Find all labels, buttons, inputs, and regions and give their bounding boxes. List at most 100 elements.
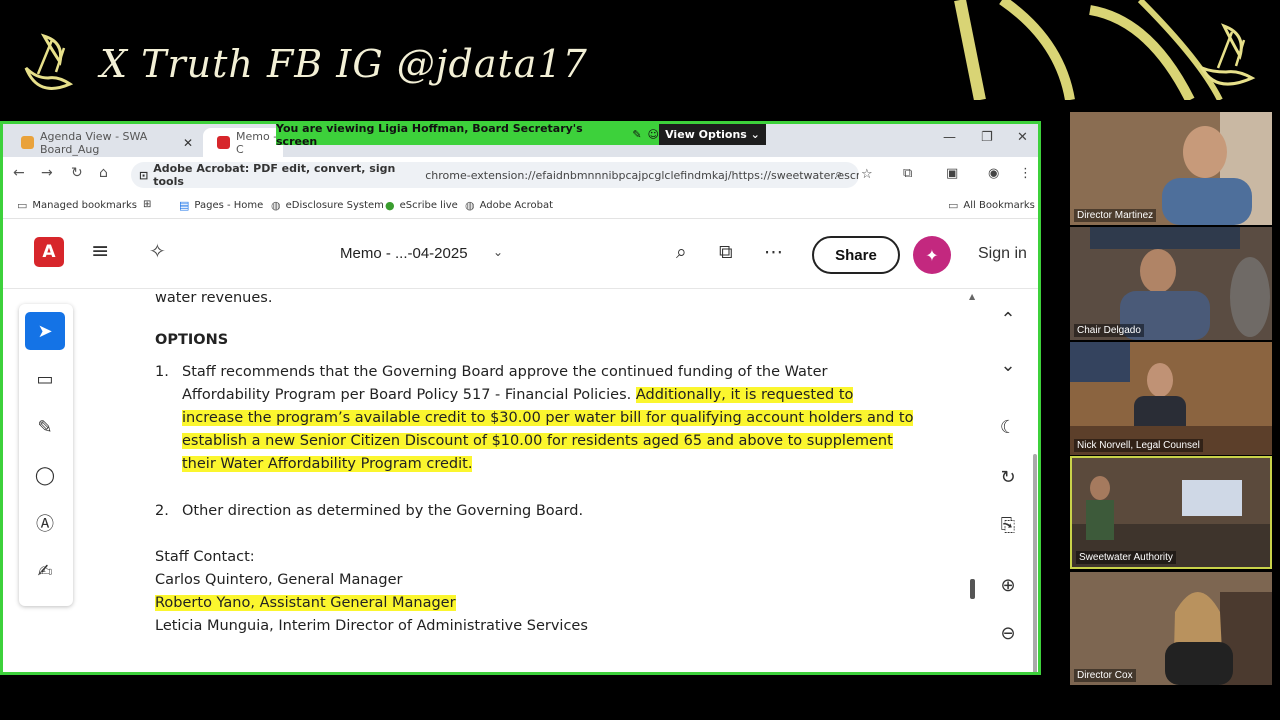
agenda-favicon-icon (21, 136, 34, 149)
close-tab-icon[interactable]: ✕ (183, 136, 193, 150)
tab-memo[interactable]: Memo - C (203, 128, 283, 157)
draw-lasso-icon[interactable]: ◯ (25, 456, 65, 494)
tab-title: Agenda View - SWA Board_Aug (40, 129, 148, 156)
zoom-out-icon[interactable]: ⊖ (995, 623, 1021, 644)
item-text: Staff recommends that the Governing Boar… (182, 361, 914, 476)
acrobat-logo-icon[interactable]: A (34, 237, 64, 267)
home-icon[interactable]: ⌂ (99, 165, 108, 181)
bookmark-label: Managed bookmarks (32, 200, 138, 211)
close-window-icon[interactable]: ✕ (1017, 130, 1028, 145)
bookmark-label: eDisclosure System (285, 200, 384, 211)
shared-screen: Agenda View - SWA Board_Aug ✕ Memo - C Y… (0, 121, 1041, 675)
bookmark-edisclosure[interactable]: ◍ eDisclosure System (271, 199, 384, 212)
browser-tab-bar: Agenda View - SWA Board_Aug ✕ Memo - C Y… (3, 124, 1038, 157)
zoom-icon[interactable]: ⌕ (835, 167, 842, 182)
reload-icon[interactable]: ↻ (71, 165, 83, 181)
dark-mode-icon[interactable]: ☾ (995, 417, 1021, 438)
sweetwater-logo-icon (24, 33, 74, 90)
highlighted-text: increase the program’s available credit … (182, 410, 914, 426)
bookmark-pages-home[interactable]: ▤ Pages - Home (179, 199, 263, 212)
url-text[interactable]: chrome-extension://efaidnbmnnnibpcajpcgl… (425, 169, 859, 182)
highlight-pen-icon[interactable]: ✎ (25, 408, 65, 446)
pages-icon: ▤ (179, 199, 190, 212)
document-title[interactable]: Memo - ...-04-2025 (340, 245, 468, 262)
staff-contact-label: Staff Contact: (155, 549, 255, 565)
cast-icon[interactable]: ▣ (946, 166, 958, 181)
site-info-chip[interactable]: ⊡ Adobe Acrobat: PDF edit, convert, sign… (139, 162, 413, 188)
video-tile[interactable]: Director Cox (1070, 572, 1272, 685)
comment-icon[interactable]: ▭ (25, 360, 65, 398)
folder-icon: ▭ (948, 199, 959, 212)
tab-agenda-view[interactable]: Agenda View - SWA Board_Aug ✕ (7, 128, 199, 157)
document-viewport[interactable]: water revenues. OPTIONS 1. Staff recomme… (83, 289, 978, 672)
chevron-down-icon[interactable]: ⌄ (493, 245, 503, 259)
page-thumbnails-icon[interactable]: ⧉ (719, 241, 733, 263)
left-toolbar: ➤ ▭ ✎ ◯ Ⓐ ✍ (19, 304, 73, 606)
stream-banner: X Truth FB IG @jdata17 (0, 0, 1280, 100)
select-cursor-icon[interactable]: ➤ (25, 312, 65, 350)
next-page-icon[interactable]: ⌄ (995, 355, 1021, 376)
site-chip-label: Adobe Acrobat: PDF edit, convert, sign t… (153, 162, 396, 188)
share-banner-text: You are viewing Ligia Hoffman, Board Sec… (276, 121, 583, 148)
forward-icon[interactable]: → (41, 165, 53, 181)
highlighted-text: Roberto Yano, Assistant General Manager (155, 595, 456, 611)
previous-page-icon[interactable]: ⌃ (995, 309, 1021, 330)
address-bar-row: ← → ↻ ⌂ ⊡ Adobe Acrobat: PDF edit, conve… (3, 157, 1038, 193)
participant-name: Director Martinez (1074, 209, 1157, 222)
all-bookmarks[interactable]: ▭ All Bookmarks (948, 199, 1035, 212)
profile-icon[interactable]: ◉ (988, 166, 999, 181)
video-tile-active-speaker[interactable]: Sweetwater Authority (1070, 456, 1272, 569)
escribe-icon: ● (385, 199, 395, 212)
participant-name: Chair Delgado (1074, 324, 1144, 337)
extensions-icon[interactable]: ⧉ (903, 166, 912, 181)
minimize-icon[interactable]: — (943, 130, 956, 145)
screen-share-banner: You are viewing Ligia Hoffman, Board Sec… (276, 121, 659, 148)
bookmark-label: Adobe Acrobat (479, 200, 553, 211)
page-scrollbar-thumb[interactable] (1033, 454, 1037, 672)
contact-text: Leticia Munguia, Interim Director of Adm… (155, 618, 588, 634)
highlighted-text: their Water Affordability Program credit… (182, 456, 473, 472)
participant-name: Director Cox (1074, 669, 1136, 682)
item-number: 1. (155, 364, 169, 380)
star-icon[interactable]: ☆ (861, 167, 873, 182)
scroll-up-arrow-icon[interactable]: ▲ (969, 292, 975, 301)
page-extract-icon[interactable]: ⎘ (995, 515, 1021, 536)
bookmark-escribe-live[interactable]: ● eScribe live (385, 199, 458, 212)
share-button[interactable]: Share (812, 236, 900, 274)
sign-icon[interactable]: ✍ (25, 552, 65, 590)
search-icon[interactable]: ⌕ (676, 241, 687, 263)
more-options-icon[interactable]: ⋯ (764, 241, 783, 263)
highlighted-text: establish a new Senior Citizen Discount … (182, 433, 893, 449)
view-options-button[interactable]: View Options ⌄ (659, 124, 766, 145)
text-run: Affordability Program per Board Policy 5… (182, 387, 636, 403)
bookmark-label: eScribe live (399, 200, 458, 211)
hamburger-menu-icon[interactable]: ≡ (91, 239, 109, 264)
apps-icon[interactable]: ⊞ (143, 199, 151, 210)
bookmark-managed[interactable]: ▭ Managed bookmarks (17, 199, 137, 212)
acrobat-favicon-icon (217, 136, 230, 149)
pin-icon: ✎ (632, 128, 642, 141)
back-icon[interactable]: ← (13, 165, 25, 181)
acrobat-toolbar: A ≡ ✧ Memo - ...-04-2025 ⌄ ⌕ ⧉ ⋯ Share ✦… (3, 219, 1038, 289)
video-tile[interactable]: Director Martinez (1070, 112, 1272, 225)
document-scrollbar-thumb[interactable] (970, 579, 975, 599)
video-tile[interactable]: Nick Norvell, Legal Counsel (1070, 342, 1272, 455)
sign-in-link[interactable]: Sign in (978, 245, 1027, 263)
contact-text: Carlos Quintero, General Manager (155, 572, 403, 588)
video-tile[interactable]: Chair Delgado (1070, 227, 1272, 340)
bookmarks-bar: ▭ Managed bookmarks ⊞ ▤ Pages - Home ◍ e… (3, 193, 1038, 219)
ai-tools-icon[interactable]: ✧ (149, 239, 166, 263)
text-box-icon[interactable]: Ⓐ (25, 504, 65, 542)
globe-icon: ◍ (271, 199, 281, 212)
paragraph-fragment: water revenues. (155, 290, 273, 306)
folder-icon: ▭ (17, 199, 28, 212)
chevron-down-icon: ⌄ (746, 128, 760, 141)
options-heading: OPTIONS (155, 332, 229, 348)
ai-assistant-icon[interactable]: ✦ (913, 236, 951, 274)
bookmark-adobe-acrobat[interactable]: ◍ Adobe Acrobat (465, 199, 553, 212)
omnibox[interactable]: ⊡ Adobe Acrobat: PDF edit, convert, sign… (131, 162, 873, 188)
zoom-in-icon[interactable]: ⊕ (995, 575, 1021, 596)
restore-icon[interactable]: ❐ (981, 130, 993, 145)
menu-kebab-icon[interactable]: ⋮ (1019, 166, 1032, 181)
rotate-icon[interactable]: ↻ (995, 467, 1021, 488)
